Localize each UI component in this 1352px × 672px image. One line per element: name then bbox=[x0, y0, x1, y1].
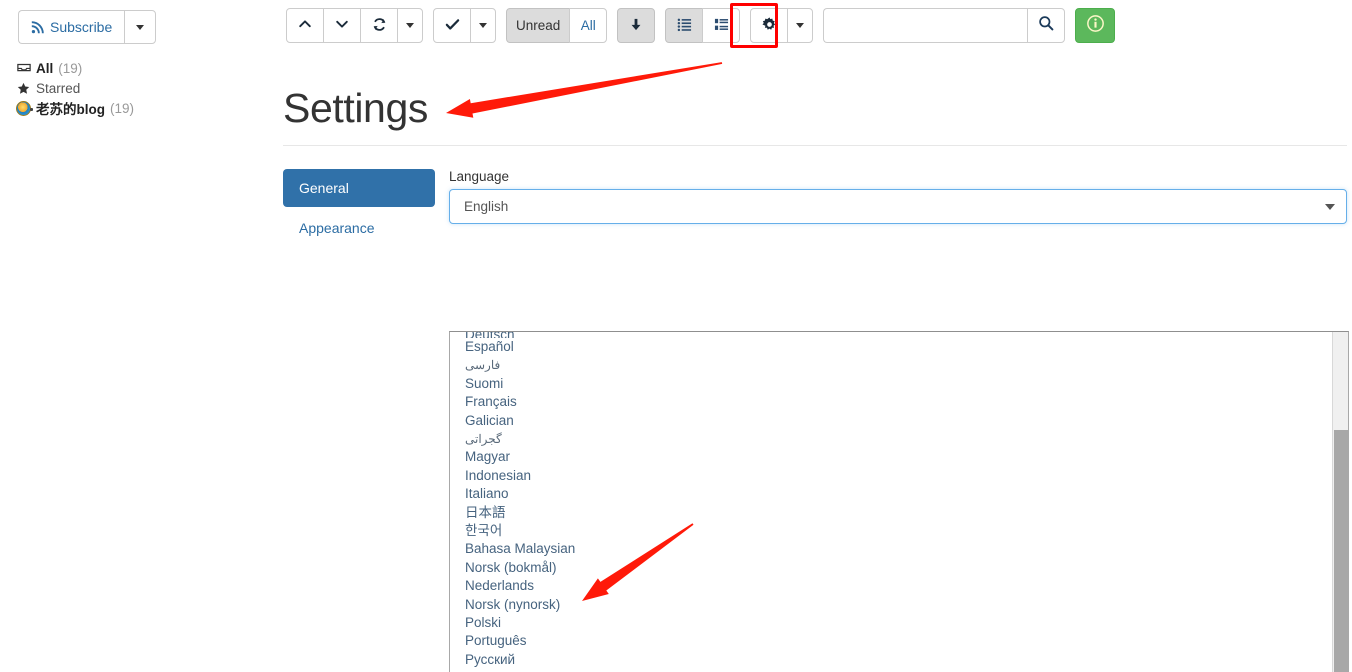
language-option[interactable]: گجراتی bbox=[450, 430, 1348, 448]
language-option[interactable]: Galician bbox=[450, 412, 1348, 430]
search-submit-button[interactable] bbox=[1027, 8, 1066, 43]
language-option[interactable]: Italiano bbox=[450, 485, 1348, 503]
previous-item-button[interactable] bbox=[286, 8, 324, 43]
main-toolbar: Unread All bbox=[286, 8, 1116, 43]
filter-all-label: All bbox=[580, 18, 596, 33]
site-favicon-icon bbox=[16, 100, 33, 116]
mark-read-button-group bbox=[433, 8, 496, 43]
page-title: Settings bbox=[283, 85, 428, 131]
language-option[interactable]: Indonesian bbox=[450, 467, 1348, 485]
dropdown-scrollbar[interactable] bbox=[1332, 332, 1348, 672]
dropdown-scrollbar-thumb[interactable] bbox=[1334, 430, 1348, 672]
subscribe-button-group: Subscribe bbox=[18, 10, 157, 44]
language-select[interactable]: English bbox=[449, 189, 1347, 225]
search-input[interactable] bbox=[823, 8, 1028, 43]
language-field-label: Language bbox=[449, 169, 510, 185]
language-option[interactable]: Bahasa Malaysian bbox=[450, 540, 1348, 558]
feed-item-blog[interactable]: 老苏的blog (19) bbox=[16, 98, 266, 118]
settings-button-group bbox=[750, 8, 814, 43]
language-option[interactable]: Français bbox=[450, 393, 1348, 411]
inbox-icon bbox=[16, 61, 31, 76]
view-list-button[interactable] bbox=[665, 8, 704, 43]
language-option[interactable]: Norsk (bokmål) bbox=[450, 559, 1348, 577]
detail-view-icon bbox=[714, 17, 729, 35]
caret-down-icon bbox=[479, 23, 487, 28]
check-icon bbox=[445, 17, 460, 35]
caret-down-icon bbox=[796, 23, 805, 28]
search-group bbox=[823, 8, 1066, 43]
language-option[interactable]: Magyar bbox=[450, 448, 1348, 466]
main-content: Settings General Appearance Language Eng… bbox=[283, 60, 1352, 672]
language-option[interactable]: فارسی bbox=[450, 356, 1348, 374]
sidebar-item-appearance[interactable]: Appearance bbox=[283, 209, 435, 247]
list-view-icon bbox=[677, 17, 692, 35]
settings-nav: General Appearance bbox=[283, 169, 435, 249]
sidebar-item-general[interactable]: General bbox=[283, 169, 435, 208]
refresh-button[interactable] bbox=[360, 8, 398, 43]
language-option[interactable]: 日本語 bbox=[450, 504, 1348, 522]
feed-item-starred[interactable]: Starred bbox=[16, 78, 266, 98]
sidebar: Subscribe All (19) Starred 老苏的blog (19) bbox=[0, 0, 280, 672]
sort-order-button-group bbox=[617, 8, 656, 43]
feed-item-count: (19) bbox=[110, 100, 135, 116]
language-dropdown-popup: DeutschEspañolفارسیSuomiFrançaisGalician… bbox=[449, 331, 1349, 672]
view-mode-button-group bbox=[665, 8, 741, 43]
language-option[interactable]: Русский bbox=[450, 651, 1348, 669]
info-button[interactable] bbox=[1075, 8, 1116, 43]
feed-item-label: All bbox=[36, 60, 54, 76]
chevron-down-icon bbox=[335, 17, 349, 34]
language-select-value: English bbox=[464, 199, 509, 215]
refresh-dropdown-button[interactable] bbox=[397, 8, 423, 43]
refresh-icon bbox=[372, 17, 387, 35]
settings-pane: Language English DeutschEspañolفارسیSuom… bbox=[435, 169, 1352, 672]
language-option[interactable]: Suomi bbox=[450, 375, 1348, 393]
nav-item-label: Appearance bbox=[299, 220, 375, 237]
star-icon bbox=[16, 81, 31, 96]
navigation-button-group bbox=[286, 8, 423, 43]
feed-list: All (19) Starred 老苏的blog (19) bbox=[16, 58, 266, 118]
feed-item-count: (19) bbox=[58, 60, 83, 76]
subscribe-dropdown-button[interactable] bbox=[124, 10, 157, 44]
language-option[interactable]: 한국어 bbox=[450, 522, 1348, 540]
language-option[interactable]: Nederlands bbox=[450, 577, 1348, 595]
feed-item-all[interactable]: All (19) bbox=[16, 58, 266, 78]
language-option-list: DeutschEspañolفارسیSuomiFrançaisGalician… bbox=[450, 332, 1348, 672]
language-option[interactable]: Português bbox=[450, 632, 1348, 650]
app-root: Subscribe All (19) Starred 老苏的blog (19) … bbox=[0, 0, 1352, 672]
view-expanded-button[interactable] bbox=[702, 8, 741, 43]
language-option[interactable]: Norsk (nynorsk) bbox=[450, 596, 1348, 614]
filter-all-button[interactable]: All bbox=[569, 8, 608, 43]
filter-unread-label: Unread bbox=[516, 18, 561, 33]
settings-gear-button[interactable] bbox=[750, 8, 789, 43]
subscribe-button[interactable]: Subscribe bbox=[18, 10, 125, 44]
chevron-up-icon bbox=[298, 17, 312, 34]
nav-item-label: General bbox=[299, 180, 349, 197]
feed-item-label: Starred bbox=[36, 80, 81, 96]
chevron-down-icon bbox=[1325, 203, 1335, 210]
filter-button-group: Unread All bbox=[506, 8, 608, 43]
subscribe-button-label: Subscribe bbox=[50, 19, 113, 35]
caret-down-icon bbox=[136, 24, 145, 30]
sort-order-button[interactable] bbox=[617, 8, 656, 43]
search-icon bbox=[1038, 15, 1054, 36]
gear-icon bbox=[762, 16, 777, 35]
settings-body: General Appearance Language English Deut… bbox=[283, 146, 1352, 672]
next-item-button[interactable] bbox=[323, 8, 361, 43]
info-icon bbox=[1086, 14, 1104, 37]
rss-icon bbox=[31, 20, 44, 34]
language-option[interactable]: Polski bbox=[450, 614, 1348, 632]
settings-dropdown-button[interactable] bbox=[787, 8, 814, 43]
filter-unread-button[interactable]: Unread bbox=[506, 8, 571, 43]
mark-read-dropdown-button[interactable] bbox=[470, 8, 496, 43]
arrow-down-icon bbox=[629, 17, 643, 35]
mark-read-button[interactable] bbox=[433, 8, 471, 43]
feed-item-label: 老苏的blog bbox=[36, 102, 105, 117]
language-option[interactable]: Español bbox=[450, 338, 1348, 356]
caret-down-icon bbox=[406, 23, 414, 28]
language-dropdown-scroll-area: DeutschEspañolفارسیSuomiFrançaisGalician… bbox=[450, 332, 1348, 672]
